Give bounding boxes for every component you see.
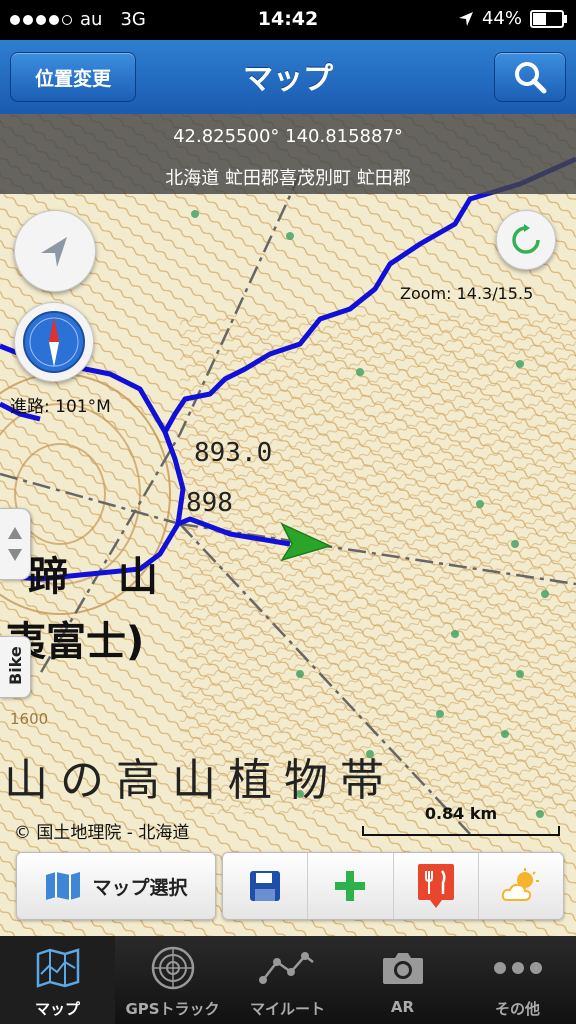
search-icon — [515, 62, 547, 94]
location-button[interactable] — [14, 210, 96, 292]
map-select-button[interactable]: マップ選択 — [16, 852, 216, 920]
zoom-level: Zoom: 14.3/15.5 — [400, 284, 534, 303]
tab-label: AR — [390, 998, 415, 1016]
tab-label: その他 — [494, 1000, 540, 1018]
elevation-label: 898 — [186, 488, 233, 518]
tab-map[interactable]: マップ — [0, 936, 115, 1024]
camera-icon — [382, 953, 423, 984]
radar-icon — [151, 946, 194, 990]
weather-icon — [501, 868, 539, 901]
status-right: 44% — [458, 8, 567, 29]
battery-percent: 44% — [481, 8, 522, 29]
save-icon — [250, 871, 281, 901]
route-icon — [258, 952, 314, 984]
location-arrow-icon — [458, 11, 473, 26]
add-button[interactable] — [307, 853, 392, 919]
map-tools — [222, 852, 564, 920]
heading-text: 進路: 101°M — [10, 397, 111, 417]
battery-icon — [530, 9, 567, 28]
page-title: マップ — [243, 62, 333, 97]
more-icon — [493, 962, 542, 974]
refresh-button[interactable] — [496, 210, 556, 270]
tab-more[interactable]: その他 — [460, 936, 576, 1024]
tab-ar[interactable]: AR — [345, 936, 460, 1024]
tab-label: GPSトラック — [125, 1000, 220, 1018]
status-bar: au 3G 14:42 44% — [0, 0, 576, 40]
coordinates-text: 42.825500° 140.815887° — [173, 126, 403, 147]
elevation-label: 893.0 — [194, 438, 273, 468]
map-view[interactable]: 893.0 898 蹄 山 夷富士) 1600 山の高山植物帯 42.82550… — [0, 114, 576, 936]
restaurant-pin-button[interactable] — [392, 853, 478, 919]
compass-button[interactable] — [14, 302, 94, 382]
tab-label: マイルート — [249, 1000, 325, 1018]
map-select-label: マップ選択 — [92, 876, 188, 899]
vegetation-zone-label: 山の高山植物帯 — [4, 755, 396, 806]
tab-bar: マップ GPSトラック マイルート AR その他 — [0, 936, 576, 1024]
restaurant-pin-icon — [417, 864, 454, 908]
address-text: 北海道 虻田郡喜茂別町 虻田郡 — [165, 168, 411, 189]
tab-gps-track[interactable]: GPSトラック — [115, 936, 230, 1024]
location-arrow-icon — [41, 237, 67, 267]
peak-label: 蹄 山 — [28, 554, 176, 600]
tab-my-route[interactable]: マイルート — [230, 936, 345, 1024]
bike-tab-label: Bike — [6, 646, 25, 685]
save-button[interactable] — [223, 853, 307, 919]
compass-icon — [23, 311, 85, 373]
tab-label: マップ — [34, 1000, 80, 1018]
map-icon — [36, 948, 79, 988]
scale-label: 0.84 km — [424, 804, 498, 823]
copyright-text: © 国土地理院 - 北海道 — [14, 823, 190, 843]
location-info-bar: 42.825500° 140.815887° 北海道 虻田郡喜茂別町 虻田郡 — [0, 114, 576, 194]
weather-button[interactable] — [477, 853, 563, 919]
navigation-bar: 位置変更 マップ — [0, 40, 576, 115]
search-button[interactable] — [494, 52, 566, 102]
add-icon — [335, 871, 366, 901]
bike-mode-tab[interactable]: Bike — [0, 636, 31, 698]
map-icon — [46, 872, 81, 900]
side-panel-toggle[interactable] — [0, 508, 31, 580]
contour-label: 1600 — [10, 710, 49, 728]
refresh-icon — [512, 224, 540, 254]
scale-ruler — [362, 826, 560, 836]
up-down-arrows-icon — [8, 527, 22, 561]
scale-bar: 0.84 km — [362, 804, 560, 840]
